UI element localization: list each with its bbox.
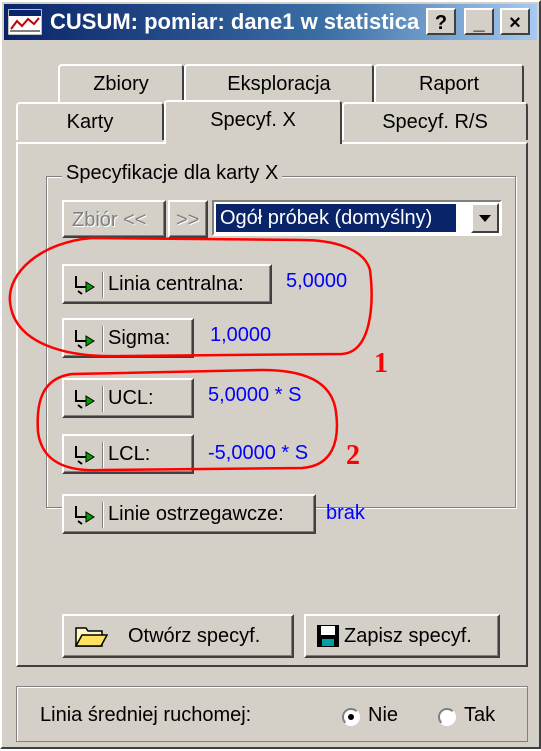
lcl-button[interactable]: LCL:: [62, 434, 194, 474]
warning-lines-value: brak: [326, 502, 365, 524]
tab-eksploracja[interactable]: Eksploracja: [184, 64, 374, 102]
save-spec-button[interactable]: Zapisz specyf.: [304, 614, 500, 658]
button-separator: [102, 326, 104, 352]
close-button[interactable]: ×: [500, 8, 530, 35]
window-title: CUSUM: pomiar: dane1 w statistica: [50, 9, 420, 34]
minimize-button[interactable]: _: [464, 8, 494, 35]
lcl-value: -5,0000 * S: [208, 442, 309, 464]
central-line-button[interactable]: Linia centralna:: [62, 264, 272, 304]
tab-specyf-x[interactable]: Specyf. X: [164, 100, 342, 144]
radio-tak-label[interactable]: Tak: [464, 704, 495, 727]
ucl-label: UCL:: [108, 387, 154, 409]
tab-karty[interactable]: Karty: [16, 102, 164, 140]
radio-selected-dot: [348, 714, 354, 720]
tab-raport[interactable]: Raport: [374, 64, 524, 102]
radio-tak[interactable]: [438, 708, 456, 726]
central-line-value: 5,0000: [286, 270, 348, 292]
folder-open-icon: [74, 627, 108, 647]
chevron-down-icon: [479, 215, 491, 222]
chart-app-icon: [8, 9, 42, 35]
warning-lines-label: Linie ostrzegawcze:: [108, 503, 284, 525]
next-set-button[interactable]: >>: [168, 200, 208, 238]
tab-specyf-rs[interactable]: Specyf. R/S: [342, 102, 528, 140]
sigma-value: 1,0000: [210, 324, 272, 346]
save-spec-label: Zapisz specyf.: [344, 625, 472, 647]
sigma-button[interactable]: Sigma:: [62, 318, 194, 358]
next-set-label: >>: [176, 209, 200, 231]
open-spec-label: Otwórz specyf.: [128, 625, 261, 647]
pick-arrow-icon: [75, 390, 95, 409]
pick-arrow-icon: [75, 506, 95, 525]
central-line-label: Linia centralna:: [108, 273, 244, 295]
radio-nie-label[interactable]: Nie: [368, 704, 398, 727]
cusum-dialog: CUSUM: pomiar: dane1 w statistica ? _ × …: [0, 0, 541, 749]
pick-arrow-icon: [75, 446, 95, 465]
button-separator: [102, 502, 104, 528]
pick-arrow-icon: [75, 276, 95, 295]
dropdown-arrow-button[interactable]: [471, 203, 499, 233]
tab-zbiory[interactable]: Zbiory: [58, 64, 184, 102]
button-separator: [102, 386, 104, 412]
annotation-label-2: 2: [346, 440, 360, 471]
floppy-disk-icon: [317, 625, 339, 647]
group-title: Specyfikacje dla karty X: [62, 162, 283, 185]
sample-set-select[interactable]: Ogół próbek (domyślny): [212, 200, 502, 236]
open-spec-button[interactable]: Otwórz specyf.: [62, 614, 294, 658]
radio-nie[interactable]: [342, 708, 360, 726]
help-button[interactable]: ?: [426, 8, 456, 35]
title-bar[interactable]: CUSUM: pomiar: dane1 w statistica ? _ ×: [4, 4, 537, 40]
sigma-label: Sigma:: [108, 327, 171, 349]
annotation-label-1: 1: [374, 348, 388, 379]
moving-average-label: Linia średniej ruchomej:: [40, 704, 252, 726]
pick-arrow-icon: [75, 330, 95, 349]
button-separator: [102, 272, 104, 298]
warning-lines-button[interactable]: Linie ostrzegawcze:: [62, 494, 316, 534]
button-separator: [102, 442, 104, 468]
prev-set-button[interactable]: Zbiór <<: [62, 200, 166, 238]
lcl-label: LCL:: [108, 443, 151, 465]
prev-set-label: Zbiór <<: [72, 209, 147, 231]
ucl-button[interactable]: UCL:: [62, 378, 194, 418]
ucl-value: 5,0000 * S: [208, 384, 302, 406]
sample-set-value: Ogół próbek (domyślny): [216, 204, 456, 232]
